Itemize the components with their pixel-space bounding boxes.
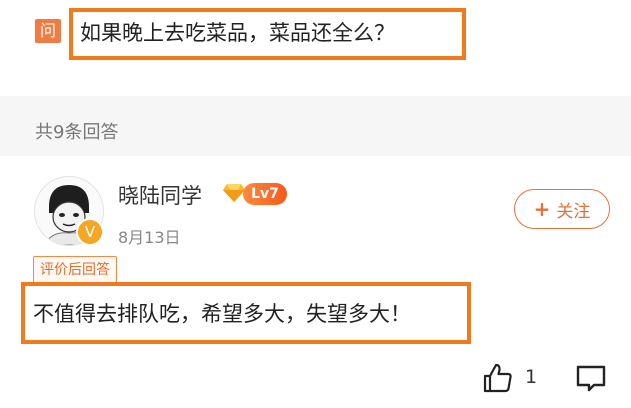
answer-date: 8月13日 [118,228,181,247]
answer-card: V 晓陆同学 Lv7 8月13日 + 关注 评价后回答 不值得去排队吃，希望多大… [0,156,631,408]
answer-count: 共9条回答 [35,122,119,143]
answer-count-strip: 共9条回答 [0,96,631,156]
plus-icon: + [533,197,551,221]
review-tag: 评价后回答 [33,256,117,284]
verified-badge: V [76,218,104,246]
answer-text: 不值得去排队吃，希望多大，失望多大！ [33,302,411,326]
question-badge: 问 [35,19,61,43]
question-text: 如果晚上去吃菜品，菜品还全么？ [80,21,395,45]
follow-label: 关注 [556,201,591,222]
comment-icon[interactable] [575,362,607,394]
follow-button[interactable]: + 关注 [514,189,610,229]
user-name[interactable]: 晓陆同学 [118,180,202,210]
level-badge: Lv7 [243,183,287,205]
like-count: 1 [525,366,538,388]
question-bar: 问 如果晚上去吃菜品，菜品还全么？ [0,0,631,96]
thumbs-up-icon[interactable] [482,362,514,394]
